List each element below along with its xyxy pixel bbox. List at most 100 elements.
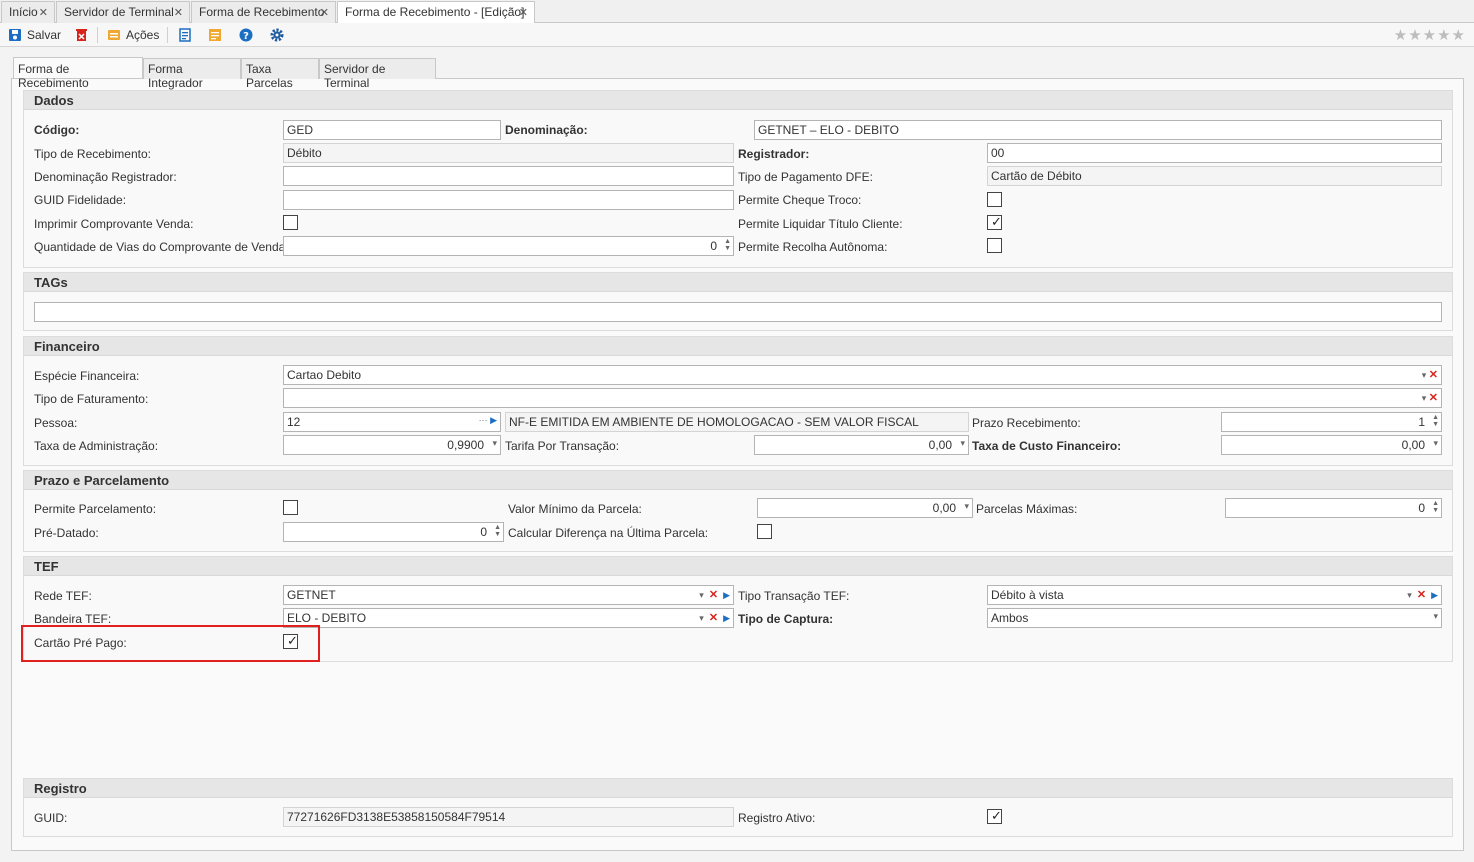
actions-icon [107, 28, 121, 42]
parcelas-maximas-input[interactable]: 0 ▲ ▼ [1225, 498, 1442, 518]
taxa-adm-input[interactable]: 0,9900 ▾ [283, 435, 501, 455]
rating-stars[interactable]: ★★★★★ [1394, 26, 1466, 44]
pre-datado-input[interactable]: 0 ▲ ▼ [283, 522, 504, 542]
delete-button[interactable] [74, 26, 88, 44]
report-button[interactable] [178, 26, 192, 44]
clear-icon[interactable]: ✕ [1417, 589, 1426, 601]
bandeira-tef-select[interactable]: ELO - DEBITO ▾ ✕ ▶ [283, 608, 734, 628]
actions-button[interactable]: Ações [107, 26, 159, 44]
tipo-pagamento-dfe-field: Cartão de Débito [987, 166, 1442, 186]
permite-parcelamento-label: Permite Parcelamento: [34, 502, 157, 516]
guid-field: 77271626FD3138E53858150584F79514 [283, 807, 734, 827]
arrow-right-icon[interactable]: ▶ [490, 415, 497, 425]
arrow-right-icon[interactable]: ▶ [1431, 590, 1438, 600]
permite-cheque-troco-checkbox[interactable] [987, 192, 1002, 207]
permite-cheque-troco-label: Permite Cheque Troco: [738, 193, 862, 207]
tipo-captura-label: Tipo de Captura: [738, 612, 834, 626]
star-icon[interactable]: ★ [1408, 27, 1422, 44]
chevron-down-icon[interactable]: ▾ [699, 613, 704, 623]
spinner-icon[interactable]: ▲ ▼ [494, 524, 501, 538]
clear-icon[interactable]: ✕ [1429, 392, 1438, 404]
imprimir-comprovante-checkbox[interactable] [283, 215, 298, 230]
chevron-down-icon[interactable]: ▾ [492, 438, 497, 449]
chevron-down-icon[interactable]: ▾ [964, 501, 969, 512]
chevron-down-icon[interactable]: ▾ [1433, 438, 1438, 449]
clear-icon[interactable]: ✕ [709, 589, 718, 601]
more-icon[interactable]: ··· [479, 415, 488, 425]
close-icon[interactable]: ✕ [320, 6, 329, 19]
spinner-icon[interactable]: ▲ ▼ [724, 238, 731, 252]
close-icon[interactable]: ✕ [174, 6, 183, 19]
arrow-right-icon[interactable]: ▶ [723, 613, 730, 623]
star-icon[interactable]: ★ [1423, 27, 1437, 44]
registro-ativo-checkbox[interactable]: ✓ [987, 809, 1002, 824]
tab-taxa-parcelas[interactable]: Taxa Parcelas [241, 58, 319, 90]
bandeira-tef-value: ELO - DEBITO [287, 611, 367, 625]
permite-liquidar-label: Permite Liquidar Título Cliente: [738, 217, 903, 231]
taxa-custo-input[interactable]: 0,00 ▾ [1221, 435, 1442, 455]
calcular-diferenca-checkbox[interactable] [757, 524, 772, 539]
window-tab-servidor-terminal[interactable]: Servidor de Terminal ✕ [56, 1, 190, 23]
check-icon: ✓ [991, 214, 1002, 229]
dropdown-controls: ▾ ✕ ▶ [1407, 588, 1438, 601]
star-icon[interactable]: ★ [1394, 27, 1408, 44]
dropdown-controls: ▾ ✕ ▶ [699, 611, 730, 624]
tipo-faturamento-label: Tipo de Faturamento: [34, 392, 149, 406]
tipo-faturamento-select[interactable]: ▾ ✕ [283, 388, 1442, 408]
valor-minimo-label: Valor Mínimo da Parcela: [508, 502, 642, 516]
tipo-captura-select[interactable]: Ambos ▾ [987, 608, 1442, 628]
tab-label: Forma de Recebimento [199, 5, 325, 19]
permite-parcelamento-checkbox[interactable] [283, 500, 298, 515]
chevron-down-icon[interactable]: ▾ [1422, 393, 1427, 403]
denominacao-registrador-label: Denominação Registrador: [34, 170, 177, 184]
denominacao-registrador-input[interactable] [283, 166, 734, 186]
help-button[interactable]: ? [239, 26, 253, 44]
actions-label: Ações [126, 28, 160, 42]
close-icon[interactable]: ✕ [39, 6, 48, 19]
clear-icon[interactable]: ✕ [1429, 369, 1438, 381]
dropdown-controls: ▾ ✕ [1422, 391, 1438, 404]
chevron-down-icon[interactable]: ▾ [1433, 611, 1438, 622]
especie-select[interactable]: Cartao Debito ▾ ✕ [283, 365, 1442, 385]
valor-minimo-input[interactable]: 0,00 ▾ [757, 498, 973, 518]
tab-forma-integrador[interactable]: Forma Integrador [143, 58, 241, 90]
save-button[interactable]: Salvar [8, 26, 61, 44]
notes-button[interactable] [208, 26, 222, 44]
toolbar-separator [97, 27, 98, 43]
codigo-input[interactable]: GED [283, 120, 501, 140]
window-tab-inicio[interactable]: Início ✕ [1, 1, 55, 23]
settings-button[interactable] [270, 26, 284, 44]
guid-fidelidade-input[interactable] [283, 190, 734, 210]
rede-tef-select[interactable]: GETNET ▾ ✕ ▶ [283, 585, 734, 605]
chevron-down-icon[interactable]: ▾ [1407, 590, 1412, 600]
star-icon[interactable]: ★ [1452, 27, 1466, 44]
star-icon[interactable]: ★ [1437, 27, 1451, 44]
close-icon[interactable]: ✕ [519, 6, 528, 19]
pessoa-codigo-value: 12 [287, 415, 301, 429]
tab-servidor-terminal[interactable]: Servidor de Terminal [319, 58, 436, 90]
denominacao-input[interactable]: GETNET – ELO - DEBITO [754, 120, 1442, 140]
spinner-icon[interactable]: ▲ ▼ [1432, 500, 1439, 514]
permite-recolha-checkbox[interactable] [987, 238, 1002, 253]
spinner-icon[interactable]: ▲ ▼ [1432, 414, 1439, 428]
prazo-recebimento-input[interactable]: 1 ▲ ▼ [1221, 412, 1442, 432]
tipo-transacao-select[interactable]: Débito à vista ▾ ✕ ▶ [987, 585, 1442, 605]
window-tab-forma-recebimento[interactable]: Forma de Recebimento ✕ [191, 1, 336, 23]
bandeira-tef-label: Bandeira TEF: [34, 612, 112, 626]
group-title: TEF [24, 557, 1452, 576]
registrador-input[interactable]: 00 [987, 143, 1442, 163]
pessoa-input[interactable]: 12 ··· ▶ [283, 412, 501, 432]
permite-liquidar-checkbox[interactable]: ✓ [987, 215, 1002, 230]
tab-forma-recebimento[interactable]: Forma de Recebimento [13, 57, 143, 90]
save-icon [8, 28, 22, 42]
tags-input[interactable] [34, 302, 1442, 322]
window-tab-forma-recebimento-edicao[interactable]: Forma de Recebimento - [Edição] ✕ [337, 1, 535, 24]
tarifa-input[interactable]: 0,00 ▾ [754, 435, 969, 455]
arrow-right-icon[interactable]: ▶ [723, 590, 730, 600]
chevron-down-icon[interactable]: ▾ [960, 438, 965, 449]
chevron-down-icon[interactable]: ▾ [1422, 370, 1427, 380]
chevron-down-icon[interactable]: ▾ [699, 590, 704, 600]
pessoa-label: Pessoa: [34, 416, 78, 430]
clear-icon[interactable]: ✕ [709, 612, 718, 624]
qtd-vias-input[interactable]: 0 ▲ ▼ [283, 236, 734, 256]
